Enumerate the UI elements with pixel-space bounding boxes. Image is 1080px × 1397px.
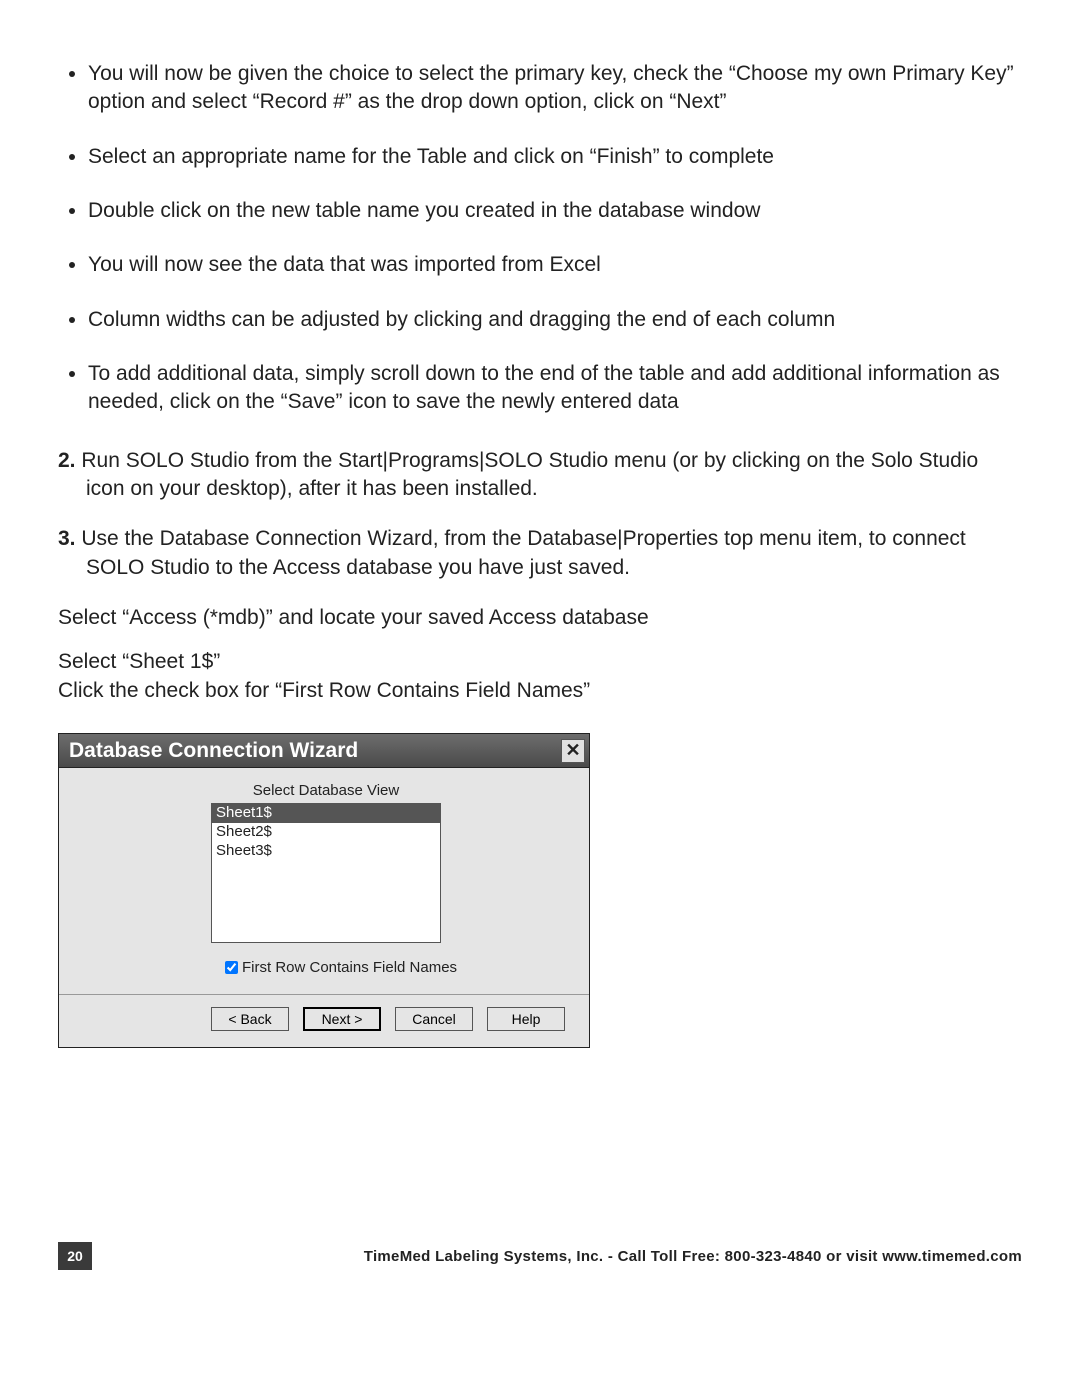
bullet-item: Select an appropriate name for the Table… [88,143,1022,171]
paragraph: Click the check box for “First Row Conta… [58,677,1022,705]
list-item[interactable]: Sheet3$ [212,842,440,861]
bullet-item: Double click on the new table name you c… [88,197,1022,225]
list-item[interactable]: Sheet1$ [212,804,440,823]
page-number: 20 [58,1242,92,1270]
bullet-item: You will now be given the choice to sele… [88,60,1022,117]
dialog-body: Select Database View Sheet1$ Sheet2$ She… [59,768,589,1047]
next-button[interactable]: Next > [303,1007,381,1031]
paragraph: Select “Sheet 1$” [58,648,1022,676]
bullet-item: You will now see the data that was impor… [88,251,1022,279]
first-row-checkbox[interactable] [225,961,238,974]
listbox-label: Select Database View [211,782,441,799]
step-text: Run SOLO Studio from the Start|Programs|… [81,449,978,500]
cancel-button[interactable]: Cancel [395,1007,473,1031]
paragraph: Select “Access (*mdb)” and locate your s… [58,604,1022,632]
help-button[interactable]: Help [487,1007,565,1031]
page-footer: 20 TimeMed Labeling Systems, Inc. - Call… [58,1242,1022,1270]
dialog-title: Database Connection Wizard [69,739,358,763]
list-item[interactable]: Sheet2$ [212,823,440,842]
step-number: 3. [58,527,76,550]
document-page: You will now be given the choice to sele… [0,0,1080,1300]
dialog-divider [59,994,589,995]
first-row-checkbox-row[interactable]: First Row Contains Field Names [225,959,579,976]
dialog-screenshot: Database Connection Wizard ✕ Select Data… [58,733,1022,1048]
bullet-item: Column widths can be adjusted by clickin… [88,306,1022,334]
close-icon: ✕ [565,740,580,761]
close-button[interactable]: ✕ [561,739,585,763]
dialog-titlebar: Database Connection Wizard ✕ [59,734,589,768]
bullet-item: To add additional data, simply scroll do… [88,360,1022,417]
database-view-listbox[interactable]: Sheet1$ Sheet2$ Sheet3$ [211,803,441,943]
numbered-step-2: 2. Run SOLO Studio from the Start|Progra… [58,447,1022,504]
footer-text: TimeMed Labeling Systems, Inc. - Call To… [364,1248,1022,1265]
numbered-step-3: 3. Use the Database Connection Wizard, f… [58,525,1022,582]
back-button[interactable]: < Back [211,1007,289,1031]
dialog-button-row: < Back Next > Cancel Help [69,1007,579,1039]
step-text: Use the Database Connection Wizard, from… [81,527,965,578]
step-number: 2. [58,449,76,472]
database-connection-wizard-dialog: Database Connection Wizard ✕ Select Data… [58,733,590,1048]
checkbox-label: First Row Contains Field Names [242,959,457,976]
bullet-list: You will now be given the choice to sele… [58,60,1022,417]
